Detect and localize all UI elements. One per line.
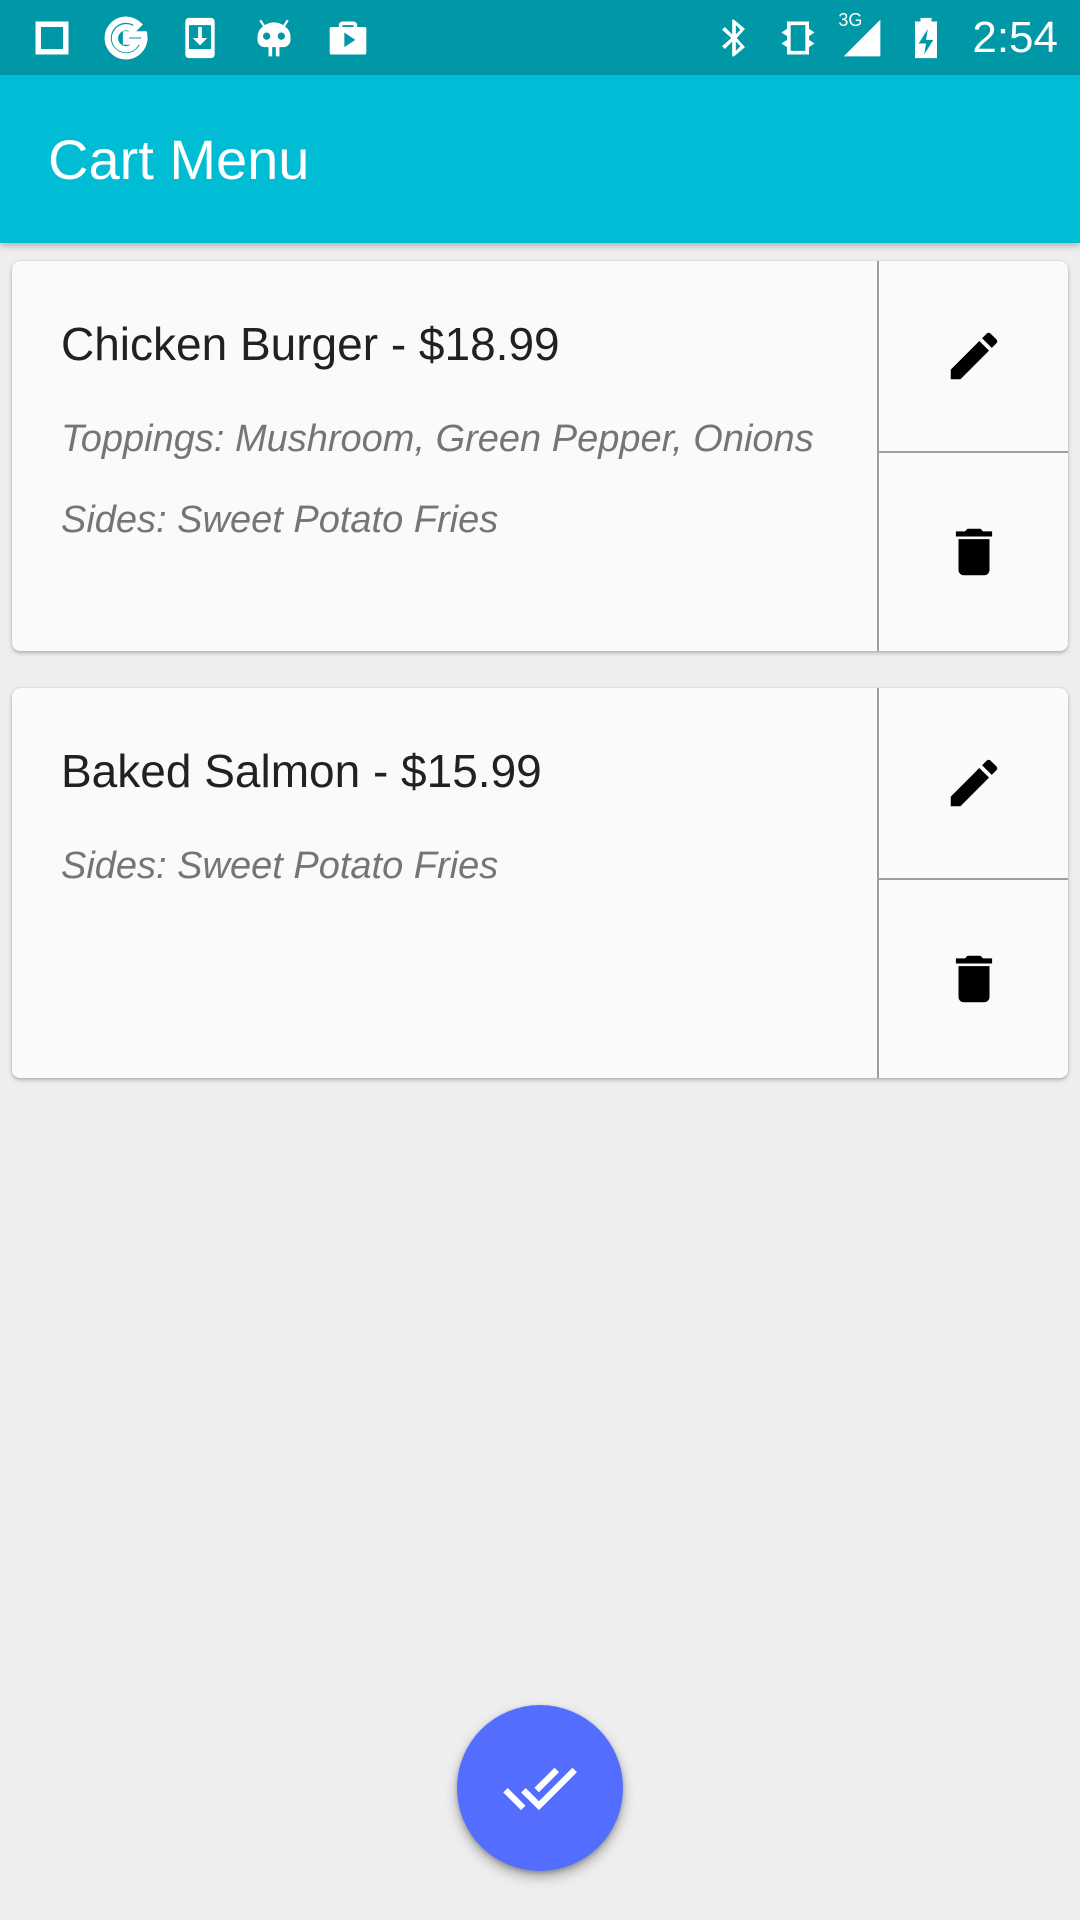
cart-item-body: Chicken Burger - $18.99 Toppings: Mushro… [12,261,877,651]
edit-item-button[interactable] [879,688,1068,880]
edit-item-button[interactable] [879,261,1068,453]
status-time: 2:54 [972,13,1058,62]
square-icon [30,16,74,60]
double-check-icon [503,1767,577,1811]
cart-item-title: Baked Salmon - $15.99 [61,745,542,797]
app-bar: Cart Menu [0,75,1080,243]
delete-item-button[interactable] [879,880,1068,1078]
cart-item-toppings: Toppings: Mushroom, Green Pepper, Onions [61,418,814,460]
android-icon [252,16,296,60]
confirm-order-button[interactable] [457,1705,623,1871]
cart-item-card: Chicken Burger - $18.99 Toppings: Mushro… [12,261,1068,651]
bluetooth-icon [712,16,756,60]
cart-item-actions [877,261,1068,651]
vibrate-icon [776,16,820,60]
page-title: Cart Menu [48,128,310,191]
network-type-label: 3G [838,10,863,30]
google-icon [104,16,148,60]
cart-item-title: Chicken Burger - $18.99 [61,318,560,370]
delete-item-button[interactable] [879,453,1068,651]
cart-item-sides: Sides: Sweet Potato Fries [61,845,499,887]
battery-charging-icon [904,16,948,60]
pencil-icon [950,332,997,380]
pencil-icon [950,759,997,807]
status-bar-right: 3G 2:54 [712,10,1058,62]
cart-item-card: Baked Salmon - $15.99 Sides: Sweet Potat… [12,688,1068,1078]
cart-item-body: Baked Salmon - $15.99 Sides: Sweet Potat… [12,688,877,1078]
trash-icon [955,955,992,1003]
download-icon [178,16,222,60]
status-bar-left [30,14,370,62]
signal-icon: 3G [838,10,884,60]
status-bar: 3G 2:54 [0,0,1080,75]
cart-item-actions [877,688,1068,1078]
briefcase-play-icon [326,16,370,60]
trash-icon [955,528,992,576]
cart-item-sides: Sides: Sweet Potato Fries [61,499,499,541]
